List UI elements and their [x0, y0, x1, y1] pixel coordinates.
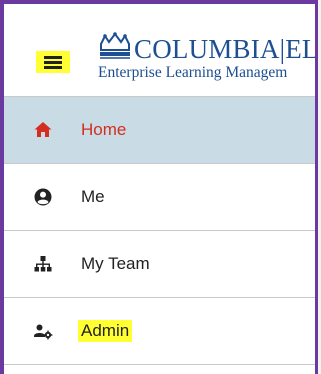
- sidebar-item-admin[interactable]: Admin: [4, 298, 315, 365]
- hamburger-menu-icon[interactable]: [36, 51, 70, 73]
- brand-subtitle: Enterprise Learning Managem: [98, 64, 288, 81]
- sidebar-frame: COLUMBIA|EL Enterprise Learning Managem …: [0, 0, 318, 374]
- columbia-crown-icon: [100, 32, 130, 59]
- sidebar-nav: Home Me My Team Admin: [4, 97, 315, 365]
- user-circle-icon: [34, 188, 52, 206]
- logo[interactable]: COLUMBIA|EL Enterprise Learning Managem: [98, 32, 318, 88]
- brand-name: COLUMBIA|EL: [134, 34, 318, 64]
- header: COLUMBIA|EL Enterprise Learning Managem: [4, 4, 315, 97]
- home-icon: [34, 122, 52, 137]
- sidebar-item-label: Admin: [78, 320, 133, 342]
- sidebar-item-label: Me: [81, 187, 105, 206]
- sidebar-item-me[interactable]: Me: [4, 164, 315, 231]
- sidebar-item-my-team[interactable]: My Team: [4, 231, 315, 298]
- sidebar-item-label: My Team: [81, 254, 150, 273]
- sidebar-item-home[interactable]: Home: [4, 97, 315, 164]
- user-gear-icon: [34, 324, 53, 340]
- sidebar-item-label: Home: [81, 120, 127, 139]
- org-chart-icon: [34, 256, 52, 272]
